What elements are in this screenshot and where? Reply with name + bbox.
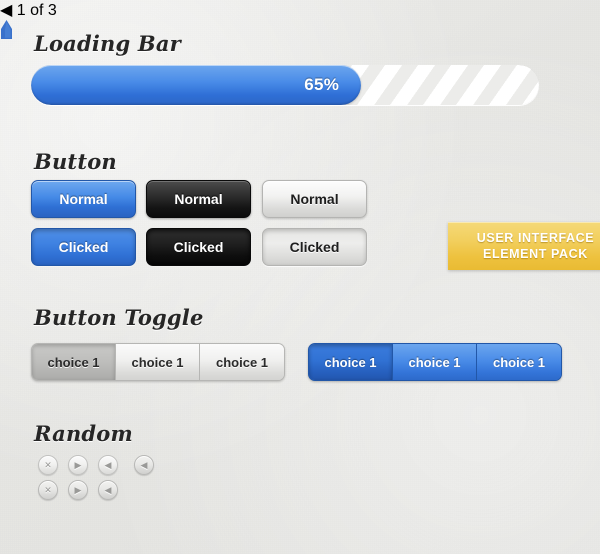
segment-blue-2[interactable]: choice 1 [477, 344, 561, 380]
button-blue-clicked[interactable]: Clicked [31, 228, 136, 266]
ui-kit-canvas: Loading Bar 65% Button Normal Normal Nor… [0, 0, 600, 554]
button-section-title: Button [34, 149, 117, 174]
button-toggle-section-title: Button Toggle [34, 305, 204, 330]
pager-label: 1 of 3 [16, 2, 57, 19]
pager-back-arrow-icon: ◀ [0, 2, 13, 19]
progress-bar-percent-label: 65% [304, 75, 340, 94]
pager-control[interactable]: ◀ 1 of 3 [0, 0, 600, 20]
play-left-icon: ◀ [104, 459, 112, 470]
segmented-control-blue[interactable]: choice 1 choice 1 choice 1 [308, 343, 562, 381]
badge-line-2: ELEMENT PACK [483, 247, 588, 261]
ui-element-pack-badge: USER INTERFACE ELEMENT PACK [448, 222, 600, 270]
triangle-handle-icon [1, 20, 12, 39]
segment-blue-0[interactable]: choice 1 [309, 344, 393, 380]
segment-gray-0[interactable]: choice 1 [32, 344, 116, 380]
close-x-icon-button-pressed[interactable]: ✕ [38, 480, 58, 500]
random-section-title: Random [34, 421, 133, 446]
play-left-icon-button-pressed[interactable]: ◀ [98, 480, 118, 500]
button-light-clicked[interactable]: Clicked [262, 228, 367, 266]
button-dark-clicked[interactable]: Clicked [146, 228, 251, 266]
progress-bar-fill: 65% [31, 65, 362, 105]
button-blue-normal[interactable]: Normal [31, 180, 136, 218]
segmented-control-gray[interactable]: choice 1 choice 1 choice 1 [31, 343, 285, 381]
close-x-icon-button[interactable]: ✕ [38, 455, 58, 475]
back-arrow-icon-button[interactable]: ◀ [134, 455, 154, 475]
play-left-icon-button[interactable]: ◀ [98, 455, 118, 475]
segment-gray-1[interactable]: choice 1 [116, 344, 200, 380]
play-left-icon: ◀ [104, 484, 112, 495]
back-arrow-icon: ◀ [140, 459, 148, 470]
play-right-icon-button-pressed[interactable]: ▶ [68, 480, 88, 500]
segment-gray-2[interactable]: choice 1 [200, 344, 284, 380]
loading-bar-section-title: Loading Bar [34, 31, 181, 56]
play-right-icon-button[interactable]: ▶ [68, 455, 88, 475]
close-x-icon: ✕ [44, 459, 52, 470]
badge-line-1: USER INTERFACE [476, 231, 595, 245]
play-right-icon: ▶ [74, 459, 82, 470]
play-right-icon: ▶ [74, 484, 82, 495]
button-light-normal[interactable]: Normal [262, 180, 367, 218]
close-x-icon: ✕ [44, 484, 52, 495]
button-dark-normal[interactable]: Normal [146, 180, 251, 218]
segment-blue-1[interactable]: choice 1 [393, 344, 477, 380]
progress-bar[interactable]: 65% [31, 65, 539, 105]
